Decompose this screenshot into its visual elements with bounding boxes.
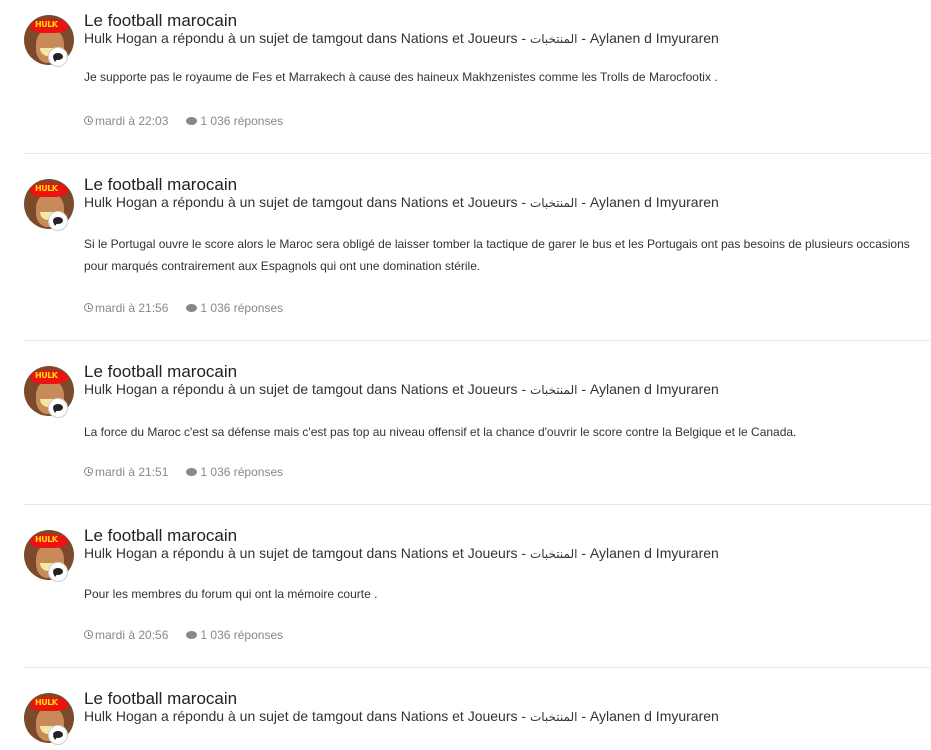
summary-text[interactable]: Hulk Hogan a répondu à un sujet de tamgo… — [84, 381, 530, 397]
comment-icon — [48, 398, 68, 418]
avatar-band-text: HULK — [35, 20, 58, 29]
post-time[interactable]: mardi à 20:56 — [95, 628, 168, 642]
post-meta: mardi à 21:56 1 036 réponses — [84, 300, 283, 315]
forum-title[interactable]: Le football marocain — [84, 362, 237, 382]
summary-text[interactable]: Hulk Hogan a répondu à un sujet de tamgo… — [84, 194, 530, 210]
post-meta: mardi à 21:51 1 036 réponses — [84, 464, 283, 479]
summary-text[interactable]: Hulk Hogan a répondu à un sujet de tamgo… — [84, 545, 530, 561]
clock-icon — [84, 630, 93, 639]
activity-summary: Hulk Hogan a répondu à un sujet de tamgo… — [84, 194, 719, 210]
forum-title[interactable]: Le football marocain — [84, 526, 237, 546]
post-excerpt: La force du Maroc c'est sa défense mais … — [84, 425, 797, 439]
activity-summary: Hulk Hogan a répondu à un sujet de tamgo… — [84, 708, 719, 724]
summary-end[interactable]: - Aylanen d Imyuraren — [577, 194, 719, 210]
summary-arabic[interactable]: المنتخبات — [530, 196, 578, 210]
reply-count: 1 036 réponses — [200, 300, 284, 315]
comment-icon — [48, 725, 68, 745]
avatar-band-text: HULK — [35, 535, 58, 544]
post-excerpt: Pour les membres du forum qui ont la mém… — [84, 587, 378, 601]
summary-end[interactable]: - Aylanen d Imyuraren — [577, 545, 719, 561]
post-time[interactable]: mardi à 21:51 — [95, 465, 168, 479]
forum-title[interactable]: Le football marocain — [84, 689, 237, 709]
summary-end[interactable]: - Aylanen d Imyuraren — [577, 30, 719, 46]
comment-icon — [48, 211, 68, 231]
post-meta: mardi à 22:03 1 036 réponses — [84, 113, 283, 128]
summary-arabic[interactable]: المنتخبات — [530, 547, 578, 561]
comment-icon — [48, 562, 68, 582]
activity-summary: Hulk Hogan a répondu à un sujet de tamgo… — [84, 30, 719, 46]
post-time[interactable]: mardi à 22:03 — [95, 114, 168, 128]
clock-icon — [84, 467, 93, 476]
comment-count-icon — [186, 117, 198, 125]
divider — [24, 340, 931, 341]
divider — [24, 504, 931, 505]
divider — [24, 667, 931, 668]
post-excerpt: Je supporte pas le royaume de Fes et Mar… — [84, 70, 718, 84]
activity-summary: Hulk Hogan a répondu à un sujet de tamgo… — [84, 545, 719, 561]
reply-count: 1 036 réponses — [200, 113, 284, 128]
summary-text[interactable]: Hulk Hogan a répondu à un sujet de tamgo… — [84, 30, 530, 46]
forum-title[interactable]: Le football marocain — [84, 175, 237, 195]
activity-summary: Hulk Hogan a répondu à un sujet de tamgo… — [84, 381, 719, 397]
summary-end[interactable]: - Aylanen d Imyuraren — [577, 381, 719, 397]
avatar-band-text: HULK — [35, 184, 58, 193]
divider — [24, 153, 931, 154]
summary-text[interactable]: Hulk Hogan a répondu à un sujet de tamgo… — [84, 708, 530, 724]
reply-count: 1 036 réponses — [200, 627, 284, 642]
avatar-band-text: HULK — [35, 698, 58, 707]
post-meta: mardi à 20:56 1 036 réponses — [84, 627, 283, 642]
post-time[interactable]: mardi à 21:56 — [95, 301, 168, 315]
forum-title[interactable]: Le football marocain — [84, 11, 237, 31]
clock-icon — [84, 116, 93, 125]
comment-icon — [48, 47, 68, 67]
post-excerpt: Si le Portugal ouvre le score alors le M… — [84, 237, 910, 273]
reply-count: 1 036 réponses — [200, 464, 284, 479]
summary-arabic[interactable]: المنتخبات — [530, 32, 578, 46]
comment-count-icon — [186, 304, 198, 312]
summary-arabic[interactable]: المنتخبات — [530, 710, 578, 724]
summary-arabic[interactable]: المنتخبات — [530, 383, 578, 397]
avatar-band-text: HULK — [35, 371, 58, 380]
comment-count-icon — [186, 631, 198, 639]
clock-icon — [84, 303, 93, 312]
comment-count-icon — [186, 468, 198, 476]
summary-end[interactable]: - Aylanen d Imyuraren — [577, 708, 719, 724]
